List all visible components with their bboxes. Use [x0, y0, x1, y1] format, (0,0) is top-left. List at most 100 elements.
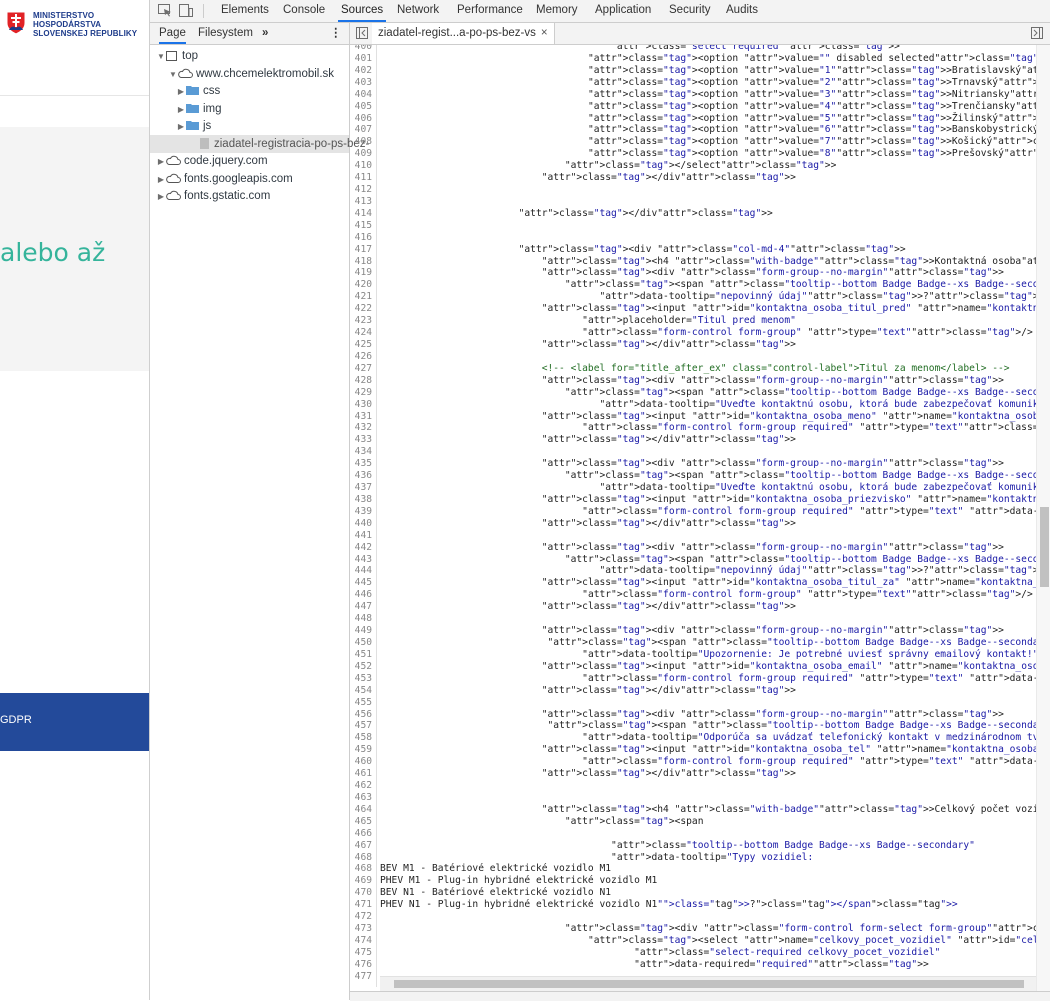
line-number[interactable]: 407	[350, 124, 372, 136]
code-line[interactable]: 456 "attr">class="tag"><div "attr">class…	[350, 709, 1036, 721]
tab-performance[interactable]: Performance	[454, 0, 526, 22]
line-number[interactable]: 464	[350, 804, 372, 816]
line-number[interactable]: 412	[350, 184, 372, 196]
line-number[interactable]: 440	[350, 518, 372, 530]
tree-item[interactable]: ▶ fonts.googleapis.com	[156, 170, 293, 188]
line-number[interactable]: 469	[350, 875, 372, 887]
code-line[interactable]: 444 "attr">data-tooltip="nepovinný údaj"…	[350, 565, 1036, 577]
expand-down-icon[interactable]: ▼	[156, 48, 166, 66]
code-line[interactable]: 411 "attr">class="tag"></div"attr">class…	[350, 172, 1036, 184]
tab-network[interactable]: Network	[394, 0, 442, 22]
vertical-scroll-thumb[interactable]	[1040, 507, 1049, 587]
line-number[interactable]: 421	[350, 291, 372, 303]
code-line[interactable]: 448	[350, 613, 1036, 625]
line-number[interactable]: 425	[350, 339, 372, 351]
tab-security[interactable]: Security	[666, 0, 714, 22]
code-line[interactable]: 410 "attr">class="tag"></select"attr">cl…	[350, 160, 1036, 172]
code-view[interactable]: 400 "attr">class="select required""attr"…	[350, 45, 1036, 987]
line-number[interactable]: 472	[350, 911, 372, 923]
code-line[interactable]: 458 "attr">data-tooltip="Odporúča sa uvá…	[350, 732, 1036, 744]
line-number[interactable]: 471	[350, 899, 372, 911]
inspect-element-icon[interactable]	[158, 4, 172, 17]
code-line[interactable]: 468 "attr">data-tooltip="Typy vozidiel:	[350, 852, 1036, 864]
code-line[interactable]: 465 "attr">class="tag"><span	[350, 816, 1036, 828]
line-number[interactable]: 450	[350, 637, 372, 649]
code-line[interactable]: 438 "attr">class="tag"><input "attr">id=…	[350, 494, 1036, 506]
code-line[interactable]: 430 "attr">data-tooltip="Uveďte kontaktn…	[350, 399, 1036, 411]
code-line[interactable]: 428 "attr">class="tag"><div "attr">class…	[350, 375, 1036, 387]
expand-right-icon[interactable]: ▶	[176, 83, 186, 101]
code-line[interactable]: 439 "attr">class="form-control form-grou…	[350, 506, 1036, 518]
code-line[interactable]: 429 "attr">class="tag"><span "attr">clas…	[350, 387, 1036, 399]
code-line[interactable]: 432 "attr">class="form-control form-grou…	[350, 422, 1036, 434]
code-line[interactable]: 457 "attr">class="tag"><span "attr">clas…	[350, 720, 1036, 732]
line-number[interactable]: 404	[350, 89, 372, 101]
code-line[interactable]: 442 "attr">class="tag"><div "attr">class…	[350, 542, 1036, 554]
code-line[interactable]: 441	[350, 530, 1036, 542]
line-number[interactable]: 403	[350, 77, 372, 89]
code-line[interactable]: 461 "attr">class="tag"></div"attr">class…	[350, 768, 1036, 780]
line-number[interactable]: 455	[350, 697, 372, 709]
line-number[interactable]: 476	[350, 959, 372, 971]
line-number[interactable]: 457	[350, 720, 372, 732]
device-toolbar-icon[interactable]	[179, 4, 193, 17]
code-line[interactable]: 400 "attr">class="select required""attr"…	[350, 45, 1036, 53]
line-number[interactable]: 451	[350, 649, 372, 661]
line-number[interactable]: 410	[350, 160, 372, 172]
line-number[interactable]: 456	[350, 709, 372, 721]
code-line[interactable]: 443 "attr">class="tag"><span "attr">clas…	[350, 554, 1036, 566]
tab-filesystem[interactable]: Filesystem	[198, 23, 253, 44]
tree-item[interactable]: ziadatel-registracia-po-ps-bez-	[150, 134, 369, 153]
code-line[interactable]: 449 "attr">class="tag"><div "attr">class…	[350, 625, 1036, 637]
code-line[interactable]: 418 "attr">class="tag"><h4 "attr">class=…	[350, 256, 1036, 268]
code-line[interactable]: 466	[350, 828, 1036, 840]
line-number[interactable]: 452	[350, 661, 372, 673]
ministry-logo[interactable]: MINISTERSTVO HOSPODÁRSTVA SLOVENSKEJ REP…	[6, 11, 137, 38]
line-number[interactable]: 473	[350, 923, 372, 935]
code-line[interactable]: 462	[350, 780, 1036, 792]
code-line[interactable]: 416	[350, 232, 1036, 244]
line-number[interactable]: 441	[350, 530, 372, 542]
line-number[interactable]: 427	[350, 363, 372, 375]
code-line[interactable]: 474 "attr">class="tag"><select "attr">na…	[350, 935, 1036, 947]
code-line[interactable]: 472	[350, 911, 1036, 923]
code-line[interactable]: 407 "attr">class="tag"><option "attr">va…	[350, 124, 1036, 136]
tree-item[interactable]: ▶ js	[176, 117, 211, 135]
navigator-menu-icon[interactable]: ⋮	[330, 23, 342, 44]
expand-right-icon[interactable]: ▶	[156, 171, 166, 189]
line-number[interactable]: 411	[350, 172, 372, 184]
tree-item[interactable]: ▼ www.chcemelektromobil.sk	[168, 65, 334, 83]
line-number[interactable]: 418	[350, 256, 372, 268]
line-number[interactable]: 444	[350, 565, 372, 577]
more-tabs-icon[interactable]: »	[262, 23, 268, 44]
expand-right-icon[interactable]: ▶	[176, 118, 186, 136]
code-line[interactable]: 405 "attr">class="tag"><option "attr">va…	[350, 101, 1036, 113]
line-number[interactable]: 467	[350, 840, 372, 852]
code-line[interactable]: 402 "attr">class="tag"><option "attr">va…	[350, 65, 1036, 77]
vertical-scrollbar[interactable]	[1036, 45, 1050, 1000]
code-line[interactable]: 415	[350, 220, 1036, 232]
tab-elements[interactable]: Elements	[218, 0, 272, 22]
code-line[interactable]: 419 "attr">class="tag"><div "attr">class…	[350, 267, 1036, 279]
line-number[interactable]: 463	[350, 792, 372, 804]
line-number[interactable]: 419	[350, 267, 372, 279]
line-number[interactable]: 434	[350, 446, 372, 458]
line-number[interactable]: 413	[350, 196, 372, 208]
line-number[interactable]: 436	[350, 470, 372, 482]
code-line[interactable]: 412	[350, 184, 1036, 196]
line-number[interactable]: 474	[350, 935, 372, 947]
tab-page[interactable]: Page	[159, 23, 186, 44]
toggle-debugger-icon[interactable]	[1031, 27, 1043, 39]
code-line[interactable]: 468 BEV M1 - Batériové elektrické vozidlo…	[350, 863, 1036, 875]
line-number[interactable]: 417	[350, 244, 372, 256]
line-number[interactable]: 446	[350, 589, 372, 601]
line-number[interactable]: 423	[350, 315, 372, 327]
line-number[interactable]: 420	[350, 279, 372, 291]
code-line[interactable]: 460 "attr">class="form-control form-grou…	[350, 756, 1036, 768]
tree-item[interactable]: ▶ img	[176, 100, 222, 118]
line-number[interactable]: 433	[350, 434, 372, 446]
line-number[interactable]: 458	[350, 732, 372, 744]
code-line[interactable]: 464 "attr">class="tag"><h4 "attr">class=…	[350, 804, 1036, 816]
code-line[interactable]: 413	[350, 196, 1036, 208]
line-number[interactable]: 429	[350, 387, 372, 399]
